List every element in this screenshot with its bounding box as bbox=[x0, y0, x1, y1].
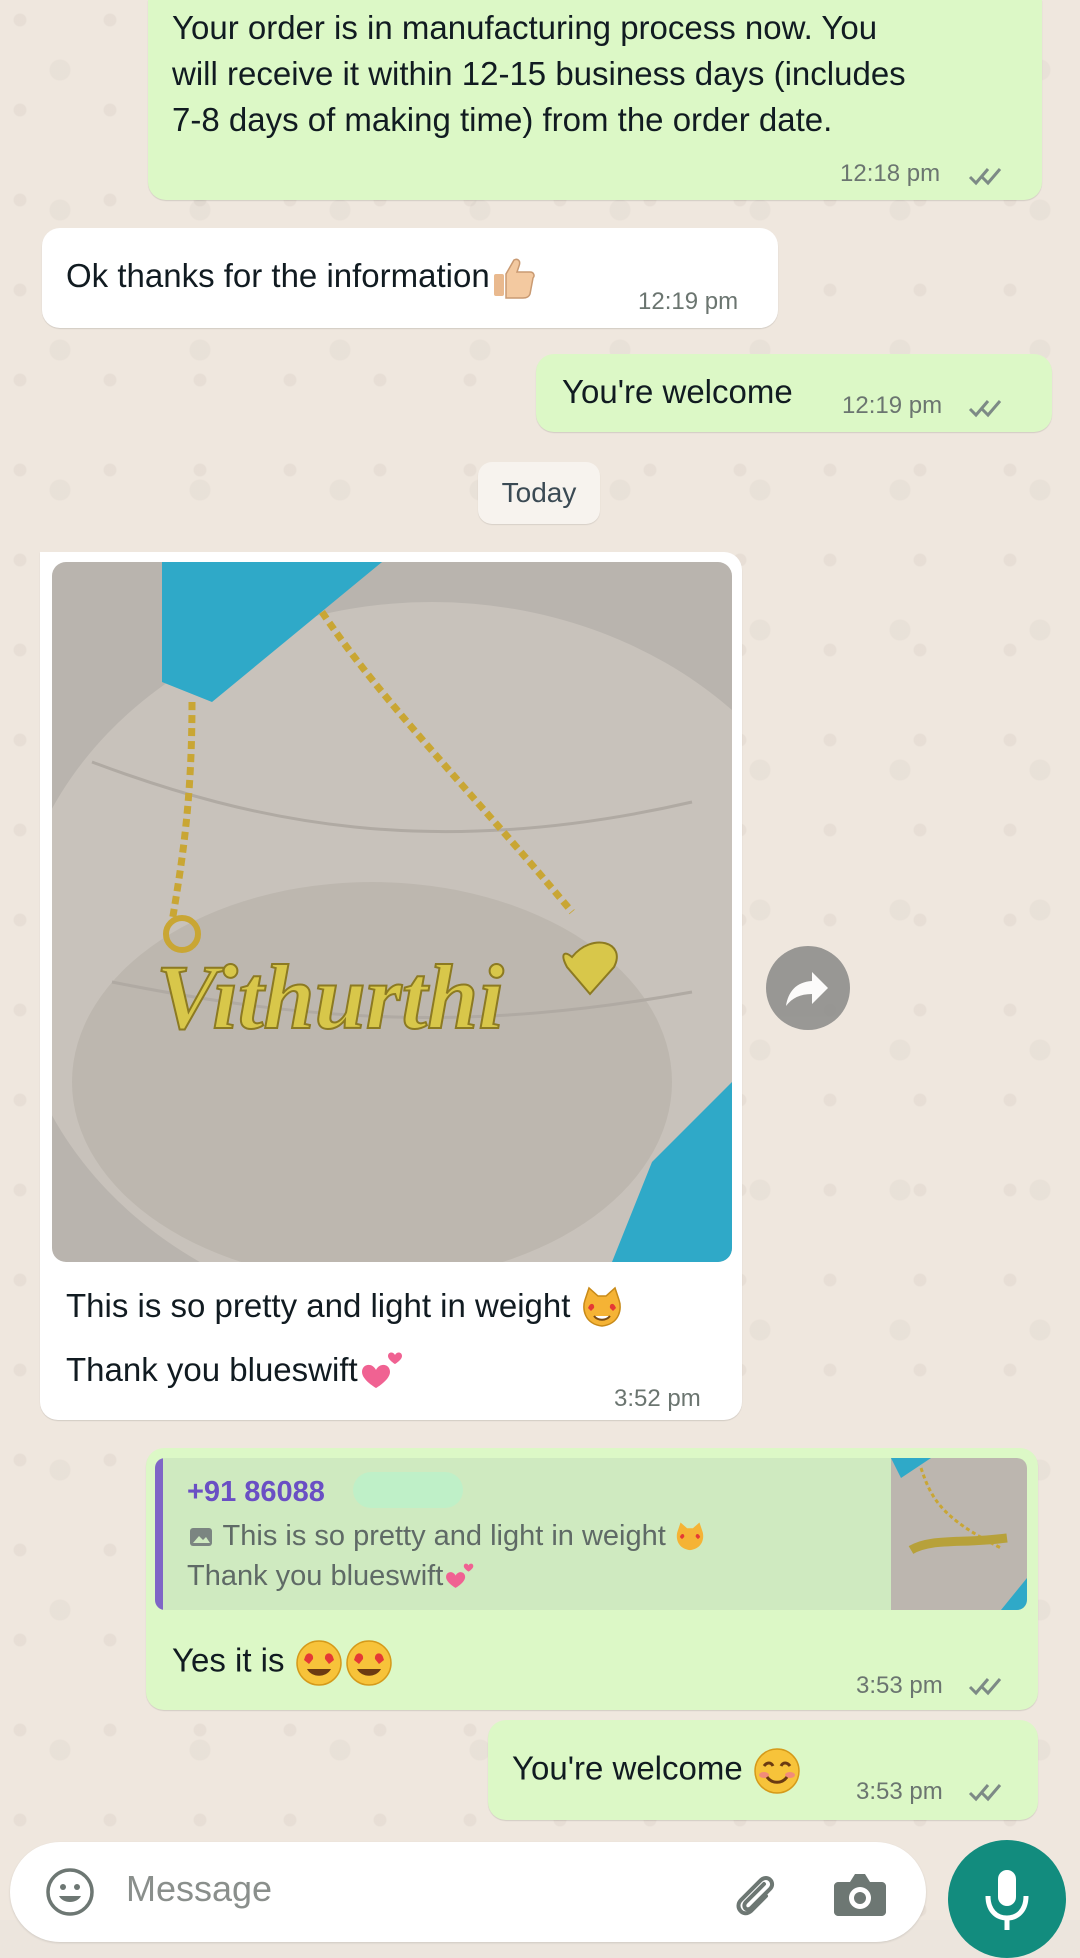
quoted-text-line: Thank you blueswift bbox=[187, 1560, 475, 1593]
redaction-mark bbox=[353, 1472, 463, 1508]
message-text-line: will receive it within 12-15 business da… bbox=[172, 55, 906, 92]
message-time: 12:19 pm bbox=[638, 288, 739, 315]
message-text: Ok thanks for the information bbox=[66, 254, 536, 300]
message-photo[interactable]: Vithurthi bbox=[52, 562, 732, 1262]
emoji-icon[interactable] bbox=[44, 1866, 96, 1918]
quoted-message[interactable]: +91 86088 This is so pretty and light in… bbox=[155, 1458, 1027, 1610]
thumbs-up-icon bbox=[493, 258, 535, 300]
message-text: You're welcome bbox=[512, 1746, 802, 1796]
photo-icon bbox=[190, 1528, 212, 1547]
two-hearts-icon bbox=[361, 1352, 402, 1389]
message-time: 12:19 pm bbox=[842, 392, 943, 419]
message-time: 3:52 pm bbox=[614, 1385, 701, 1412]
date-separator: Today bbox=[478, 462, 600, 524]
message-input[interactable]: Message bbox=[126, 1868, 272, 1910]
message-bubble-incoming[interactable]: Ok thanks for the information 12:19 pm bbox=[42, 228, 778, 328]
heart-eyes-icon bbox=[345, 1640, 392, 1686]
necklace-name-text: Vithurthi bbox=[156, 946, 504, 1048]
message-text: You're welcome bbox=[562, 373, 793, 410]
message-bubble-outgoing[interactable]: Your order is in manufacturing process n… bbox=[148, 0, 1042, 200]
message-time: 12:18 pm bbox=[840, 160, 941, 187]
read-ticks-icon bbox=[968, 400, 1002, 418]
voice-message-button[interactable] bbox=[948, 1840, 1066, 1958]
message-text: Yes it is bbox=[172, 1638, 394, 1688]
attach-icon[interactable] bbox=[726, 1866, 782, 1922]
message-text-line: Your order is in manufacturing process n… bbox=[172, 9, 878, 46]
smiling-face-icon bbox=[754, 1748, 800, 1794]
heart-eyes-cat-icon bbox=[676, 1522, 704, 1551]
read-ticks-icon bbox=[968, 168, 1002, 186]
photo-caption-line: Thank you blueswift bbox=[66, 1348, 404, 1394]
photo-caption-line: This is so pretty and light in weight bbox=[66, 1284, 624, 1330]
message-time: 3:53 pm bbox=[856, 1672, 943, 1699]
message-bubble-outgoing[interactable]: You're welcome 12:19 pm bbox=[536, 354, 1052, 432]
quoted-sender: +91 86088 bbox=[187, 1476, 325, 1508]
quoted-photo-thumbnail bbox=[891, 1458, 1027, 1610]
necklace-photo: Vithurthi bbox=[52, 562, 732, 1262]
forward-button[interactable] bbox=[766, 946, 850, 1030]
message-bubble-outgoing[interactable]: You're welcome 3:53 pm bbox=[488, 1720, 1038, 1820]
quote-accent-bar bbox=[155, 1458, 163, 1610]
camera-icon[interactable] bbox=[830, 1866, 890, 1922]
message-time: 3:53 pm bbox=[856, 1778, 943, 1805]
message-text-line: 7-8 days of making time) from the order … bbox=[172, 101, 833, 138]
quoted-text-line: This is so pretty and light in weight bbox=[187, 1520, 706, 1553]
read-ticks-icon bbox=[968, 1678, 1002, 1696]
mic-icon bbox=[985, 1870, 1029, 1930]
heart-eyes-icon bbox=[295, 1640, 342, 1686]
read-ticks-icon bbox=[968, 1784, 1002, 1802]
forward-icon bbox=[786, 972, 828, 1006]
two-hearts-icon bbox=[446, 1564, 474, 1589]
message-composer[interactable]: Message bbox=[10, 1842, 926, 1942]
heart-eyes-cat-icon bbox=[582, 1286, 621, 1328]
